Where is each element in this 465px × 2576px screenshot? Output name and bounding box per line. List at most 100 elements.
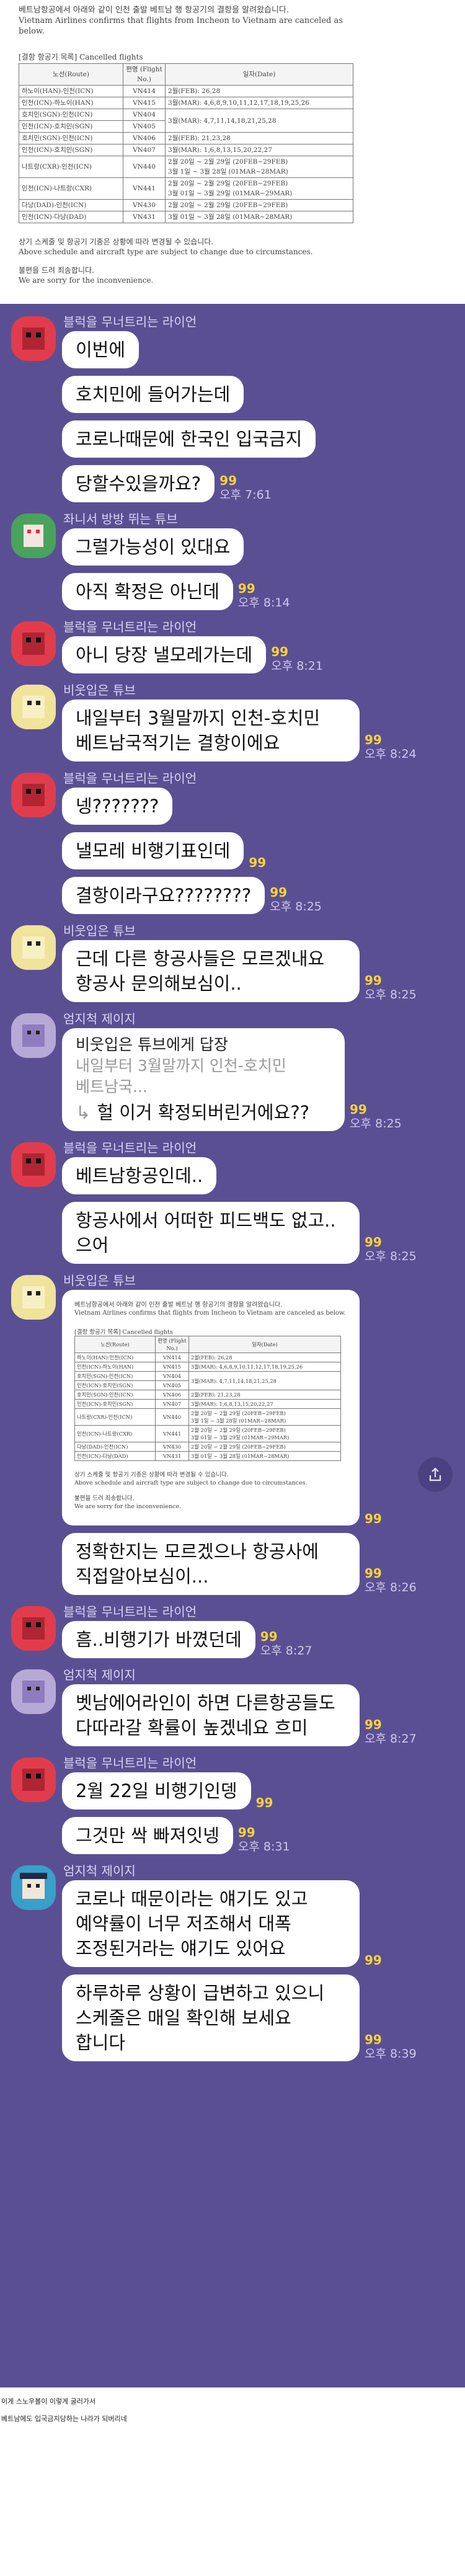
avatar[interactable]	[11, 1142, 56, 1187]
avatar[interactable]	[11, 773, 56, 817]
notice-intro: 베트남항공에서 아래와 같이 인천 출발 베트남 행 항공기의 결항을 알려왔습…	[74, 1301, 347, 1317]
date-cell: 2월 20일 ~ 2월 29일 (20FEB~29FEB) 3월 01일 ~ 3월…	[165, 177, 353, 200]
message-bubble[interactable]: 아직 확정은 아닌데	[62, 573, 233, 610]
message-row: 아니 당장 낼모레가는데 99 오후 8:21	[62, 636, 465, 673]
flight-cell: VN430	[123, 199, 166, 211]
message-row: 벳남에어라인이 하면 다른항공들도 다따라갈 확률이 높겠네요 흐미 99 오후…	[62, 1684, 465, 1746]
message-row: 넹???????	[62, 788, 465, 825]
avatar[interactable]	[11, 1275, 56, 1320]
message-meta: 99	[256, 1796, 299, 1810]
table-row: 하노이(HAN)-인천(ICN) VN414 2월(FEB): 26,28	[19, 85, 353, 97]
message-meta: 99 오후 8:26	[365, 1566, 417, 1595]
table-row: 인천(ICN)-하노이(HAN) VN415 3월(MAR): 4,6,8,9,…	[19, 97, 353, 109]
message-bubble[interactable]: 이번에	[62, 331, 140, 368]
message-bubble[interactable]: 결항이라구요????????	[62, 877, 265, 914]
unread-count: 99	[237, 1825, 255, 1840]
message-row: 베트남항공인데..	[62, 1157, 465, 1194]
route-cell: 인천(ICN)-다낭(DAD)	[19, 211, 123, 223]
table-row: 호치민(SGN)-인천(ICN) VN406 2월(FEB): 21,23,28	[19, 132, 353, 144]
flight-cell: VN406	[123, 132, 166, 144]
flight-cell: VN404	[155, 1371, 189, 1381]
avatar[interactable]	[11, 1013, 56, 1058]
message-bubble[interactable]: 호치민에 들어가는데	[62, 376, 244, 413]
message-group: 엄지척 제이지 벳남에어라인이 하면 다른항공들도 다따라갈 확률이 높겠네요 …	[0, 1666, 465, 1746]
caption-line: 이게 스노우볼이 이렇게 굴러가서	[1, 2397, 96, 2405]
message-group: 비웃입은 튜브 근데 다른 항공사들은 모르겠내요 항공사 문의해보심이.. 9…	[0, 922, 465, 1002]
message-bubble[interactable]: 항공사에서 어떠한 피드백도 없고..으어	[62, 1202, 360, 1264]
unread-count: 99	[350, 1102, 367, 1117]
reply-body-text: 헐 이거 확정되버린거에요??	[97, 1102, 310, 1123]
message-row: 정확한지는 모르겠으나 항공사에 직접알아보심이... 99 오후 8:26	[62, 1533, 465, 1595]
message-bubble[interactable]: 2월 22일 비행기인뎅	[62, 1772, 251, 1810]
flight-cell: VN406	[155, 1390, 189, 1400]
date-cell: 2월 20일 ~ 2월 29일 (20FEB~29FEB) 3월 1일 ~ 3월 …	[188, 1408, 341, 1426]
date-line: 3월 01일 ~ 3월 29일 (01MAR~29MAR)	[168, 190, 293, 197]
avatar[interactable]	[11, 316, 56, 361]
message-bubble[interactable]: 하루하루 상황이 급변하고 있으니 스케줄은 매일 확인해 보세요 합니다	[62, 1974, 360, 2061]
message-group: 블럭을 무너트리는 라이언 흠..비행기가 바꼈던데 99 오후 8:27	[0, 1602, 465, 1658]
table-row: 나트랑(CXR)-인천(ICN) VN440 2월 20일 ~ 2월 29일 (20…	[74, 1408, 341, 1426]
flight-cell: VN414	[155, 1352, 189, 1362]
message-group: 좌니서 방방 뛰는 튜브 그럴가능성이 있대요 아직 확정은 아닌데 99 오후…	[0, 510, 465, 610]
message-bubble[interactable]: 벳남에어라인이 하면 다른항공들도 다따라갈 확률이 높겠네요 흐미	[62, 1684, 360, 1746]
route-cell: 인천(ICN)-호치민(SGN)	[19, 144, 123, 156]
flight-cell: VN441	[123, 177, 166, 200]
flight-cell: VN407	[123, 144, 166, 156]
message-bubble[interactable]: 당할수있을까요?	[62, 465, 215, 502]
message-bubble[interactable]: 아니 당장 낼모레가는데	[62, 636, 267, 673]
timestamp: 오후 8:39	[365, 2047, 417, 2061]
message-meta: 99 오후 8:25	[365, 974, 417, 1002]
message-bubble[interactable]: 그럴가능성이 있대요	[62, 528, 244, 566]
message-bubble[interactable]: 넹???????	[62, 788, 173, 825]
message-row: 비웃입은 튜브에게 답장 내일부터 3월말까지 인천-호치민 베트남국... ↳…	[62, 1028, 465, 1131]
message-bubble[interactable]: 그것만 싹 빠져잇넹	[62, 1817, 233, 1854]
timestamp: 오후 8:27	[365, 1732, 417, 1746]
avatar[interactable]	[11, 513, 56, 558]
avatar[interactable]	[11, 1865, 56, 1910]
date-cell: 2월 20일 ~ 2월 29일 (20FEB~29FEB)	[165, 199, 353, 211]
image-message[interactable]: 베트남항공에서 아래와 같이 인천 출발 베트남 행 항공기의 결항을 알려왔습…	[62, 1290, 360, 1526]
avatar[interactable]	[11, 1606, 56, 1651]
message-bubble[interactable]: 코로나 때문이라는 얘기도 있고 예약률이 너무 저조해서 대폭 조정된거라는 …	[62, 1880, 360, 1967]
reply-quote: 비웃입은 튜브에게 답장 내일부터 3월말까지 인천-호치민 베트남국...	[76, 1034, 331, 1098]
message-row: 호치민에 들어가는데	[62, 376, 465, 413]
share-icon	[429, 1467, 441, 1481]
reply-bubble[interactable]: 비웃입은 튜브에게 답장 내일부터 3월말까지 인천-호치민 베트남국... ↳…	[62, 1028, 345, 1131]
message-bubble[interactable]: 내일부터 3월말까지 인천-호치민 베트남국적기는 결항이에요	[62, 700, 360, 762]
message-meta: 99 오후 8:25	[365, 1235, 417, 1264]
flight-cell: VN415	[123, 97, 166, 109]
share-button[interactable]	[418, 1457, 453, 1492]
date-line: 2월 20일 ~ 2월 29일 (20FEB~29FEB)	[168, 180, 288, 187]
unread-count: 99	[219, 473, 237, 488]
route-cell: 다낭(DAD)-인천(ICN)	[19, 199, 123, 211]
message-bubble[interactable]: 흠..비행기가 바꼈던데	[62, 1621, 255, 1658]
flight-cell: VN405	[123, 120, 166, 133]
avatar[interactable]	[11, 1757, 56, 1802]
chat-room[interactable]: 블럭을 무너트리는 라이언 이번에 호치민에 들어가는데 코로나때문에 한국인 …	[0, 304, 465, 2387]
message-row: 베트남항공에서 아래와 같이 인천 출발 베트남 행 항공기의 결항을 알려왔습…	[62, 1290, 465, 1526]
route-cell: 호치민(SGN)-인천(ICN)	[74, 1390, 156, 1400]
notice-foot: 상기 스케줄 및 항공기 기종은 상황에 따라 변경될 수 있습니다. Abov…	[19, 237, 450, 257]
notice-intro-ko: 베트남항공에서 아래와 같이 인천 출발 베트남 행 항공기의 결항을 알려왔습…	[74, 1302, 283, 1308]
unread-count: 99	[365, 2032, 382, 2047]
message-bubble[interactable]: 베트남항공인데..	[62, 1157, 217, 1194]
unread-count: 99	[365, 732, 382, 747]
message-meta: 99 오후 8:27	[260, 1630, 312, 1658]
avatar[interactable]	[11, 925, 56, 970]
avatar[interactable]	[11, 1669, 56, 1714]
timestamp: 오후 8:24	[365, 747, 417, 761]
notice-intro-ko: 베트남항공에서 아래와 같이 인천 출발 베트남 행 항공기의 결항을 알려왔습…	[19, 6, 290, 15]
notice-sorry: 불편을 드려 죄송합니다. We are sorry for the incon…	[19, 265, 450, 304]
sender-name: 비웃입은 튜브	[63, 683, 136, 698]
message-bubble[interactable]: 정확한지는 모르겠으나 항공사에 직접알아보심이...	[62, 1533, 360, 1595]
sender-name: 좌니서 방방 뛰는 튜브	[63, 512, 178, 526]
flight-cell: VN407	[155, 1399, 189, 1409]
message-row: 항공사에서 어떠한 피드백도 없고..으어 99 오후 8:25	[62, 1202, 465, 1264]
avatar[interactable]	[11, 685, 56, 729]
avatar[interactable]	[11, 621, 56, 666]
message-bubble[interactable]: 근데 다른 항공사들은 모르겠내요 항공사 문의해보심이..	[62, 940, 360, 1002]
date-cell: 3월(MAR): 4,6,8,9,10,11,12,17,18,19,25,26	[165, 97, 353, 109]
date-cell: 2월(FEB): 26,28	[188, 1352, 341, 1362]
message-bubble[interactable]: 코로나때문에 한국인 입국금지	[62, 420, 316, 458]
message-bubble[interactable]: 낼모레 비행기표인데	[62, 832, 244, 869]
